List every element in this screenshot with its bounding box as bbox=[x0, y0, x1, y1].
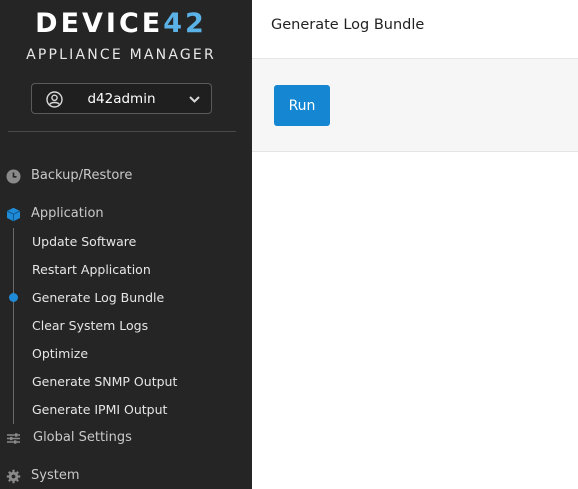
clock-icon bbox=[6, 169, 21, 184]
device42-logo[interactable]: DEVICE42 bbox=[0, 8, 242, 40]
logo-text: DEVICE bbox=[35, 8, 164, 39]
page-header: Generate Log Bundle bbox=[252, 0, 578, 59]
submenu-item-clear-system-logs[interactable]: Clear System Logs bbox=[32, 318, 148, 338]
sidebar-item-label: Application bbox=[31, 206, 104, 221]
cube-icon bbox=[6, 207, 21, 222]
action-panel: Run bbox=[252, 59, 578, 152]
submenu-item-generate-log-bundle[interactable]: Generate Log Bundle bbox=[32, 290, 164, 310]
submenu-item-optimize[interactable]: Optimize bbox=[32, 346, 88, 366]
sidebar-item-global-settings[interactable]: Global Settings bbox=[0, 426, 252, 450]
active-indicator-dot bbox=[9, 293, 18, 302]
sidebar-item-label: Global Settings bbox=[33, 430, 132, 445]
sidebar-item-application[interactable]: Application bbox=[0, 202, 252, 226]
chevron-down-icon bbox=[189, 96, 200, 103]
submenu-item-generate-snmp-output[interactable]: Generate SNMP Output bbox=[32, 374, 177, 394]
submenu-item-restart-application[interactable]: Restart Application bbox=[32, 262, 151, 282]
sliders-icon bbox=[7, 433, 20, 444]
submenu-item-generate-ipmi-output[interactable]: Generate IPMI Output bbox=[32, 402, 167, 422]
logo-accent-text: 42 bbox=[163, 8, 207, 39]
sidebar: DEVICE42 APPLIANCE MANAGER d42admin Back… bbox=[0, 0, 252, 489]
username-label: d42admin bbox=[87, 91, 156, 107]
main-content-area bbox=[252, 152, 578, 489]
sidebar-divider bbox=[8, 131, 236, 132]
user-dropdown[interactable]: d42admin bbox=[31, 83, 212, 114]
app-subtitle: APPLIANCE MANAGER bbox=[26, 47, 216, 63]
submenu-tree-line bbox=[13, 228, 14, 424]
submenu-item-update-software[interactable]: Update Software bbox=[32, 234, 136, 254]
sidebar-item-label: System bbox=[31, 468, 80, 483]
gear-icon bbox=[6, 469, 21, 484]
run-button[interactable]: Run bbox=[274, 85, 330, 126]
sidebar-item-label: Backup/Restore bbox=[31, 168, 133, 183]
sidebar-item-system[interactable]: System bbox=[0, 464, 252, 488]
sidebar-item-backup-restore[interactable]: Backup/Restore bbox=[0, 164, 252, 188]
page-title: Generate Log Bundle bbox=[271, 17, 425, 33]
